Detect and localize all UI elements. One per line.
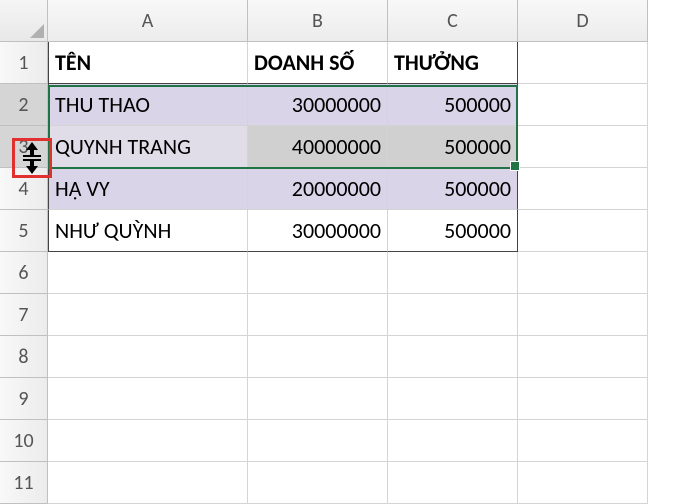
cell-A1[interactable]: TÊN — [48, 42, 248, 84]
cell-C6[interactable] — [388, 252, 518, 294]
cell-C2[interactable]: 500000 — [388, 84, 518, 126]
row-header-4[interactable]: 4 — [0, 168, 48, 210]
cell-A6[interactable] — [48, 252, 248, 294]
cell-A11[interactable] — [48, 462, 248, 504]
select-all-corner[interactable] — [0, 0, 48, 42]
cell-D8[interactable] — [518, 336, 648, 378]
cell-A4[interactable]: HẠ VY — [48, 168, 248, 210]
row-header-5[interactable]: 5 — [0, 210, 48, 252]
row-header-8[interactable]: 8 — [0, 336, 48, 378]
cell-B2[interactable]: 30000000 — [248, 84, 388, 126]
cell-A10[interactable] — [48, 420, 248, 462]
cell-C8[interactable] — [388, 336, 518, 378]
cell-D11[interactable] — [518, 462, 648, 504]
row-header-9[interactable]: 9 — [0, 378, 48, 420]
cell-B7[interactable] — [248, 294, 388, 336]
cell-C5[interactable]: 500000 — [388, 210, 518, 252]
spreadsheet-grid: A B C D 1 TÊN DOANH SỐ THƯỞNG 2 THU THAO… — [0, 0, 680, 504]
cell-A9[interactable] — [48, 378, 248, 420]
cell-B6[interactable] — [248, 252, 388, 294]
cell-C4[interactable]: 500000 — [388, 168, 518, 210]
col-header-A[interactable]: A — [48, 0, 248, 42]
row-header-2[interactable]: 2 — [0, 84, 48, 126]
col-header-D[interactable]: D — [518, 0, 648, 42]
row-header-7[interactable]: 7 — [0, 294, 48, 336]
row-header-11[interactable]: 11 — [0, 462, 48, 504]
cell-A5[interactable]: NHƯ QUỲNH — [48, 210, 248, 252]
cell-B10[interactable] — [248, 420, 388, 462]
cell-D4[interactable] — [518, 168, 648, 210]
col-header-B[interactable]: B — [248, 0, 388, 42]
cell-C3[interactable]: 500000 — [388, 126, 518, 168]
cell-B3[interactable]: 40000000 — [248, 126, 388, 168]
row-header-10[interactable]: 10 — [0, 420, 48, 462]
cell-D7[interactable] — [518, 294, 648, 336]
cell-C9[interactable] — [388, 378, 518, 420]
cell-D1[interactable] — [518, 42, 648, 84]
cell-B4[interactable]: 20000000 — [248, 168, 388, 210]
cell-D9[interactable] — [518, 378, 648, 420]
cell-B5[interactable]: 30000000 — [248, 210, 388, 252]
cell-B1[interactable]: DOANH SỐ — [248, 42, 388, 84]
cell-D10[interactable] — [518, 420, 648, 462]
cell-A7[interactable] — [48, 294, 248, 336]
cell-B8[interactable] — [248, 336, 388, 378]
cell-C1[interactable]: THƯỞNG — [388, 42, 518, 84]
cell-B11[interactable] — [248, 462, 388, 504]
cell-D6[interactable] — [518, 252, 648, 294]
row-header-1[interactable]: 1 — [0, 42, 48, 84]
cell-D3[interactable] — [518, 126, 648, 168]
cell-D5[interactable] — [518, 210, 648, 252]
cell-C10[interactable] — [388, 420, 518, 462]
cell-C7[interactable] — [388, 294, 518, 336]
cell-D2[interactable] — [518, 84, 648, 126]
col-header-C[interactable]: C — [388, 0, 518, 42]
row-header-6[interactable]: 6 — [0, 252, 48, 294]
cell-A3[interactable]: QUYNH TRANG — [48, 126, 248, 168]
cell-A8[interactable] — [48, 336, 248, 378]
cell-A2[interactable]: THU THAO — [48, 84, 248, 126]
cell-B9[interactable] — [248, 378, 388, 420]
row-header-3[interactable]: 3 — [0, 126, 48, 168]
cell-C11[interactable] — [388, 462, 518, 504]
